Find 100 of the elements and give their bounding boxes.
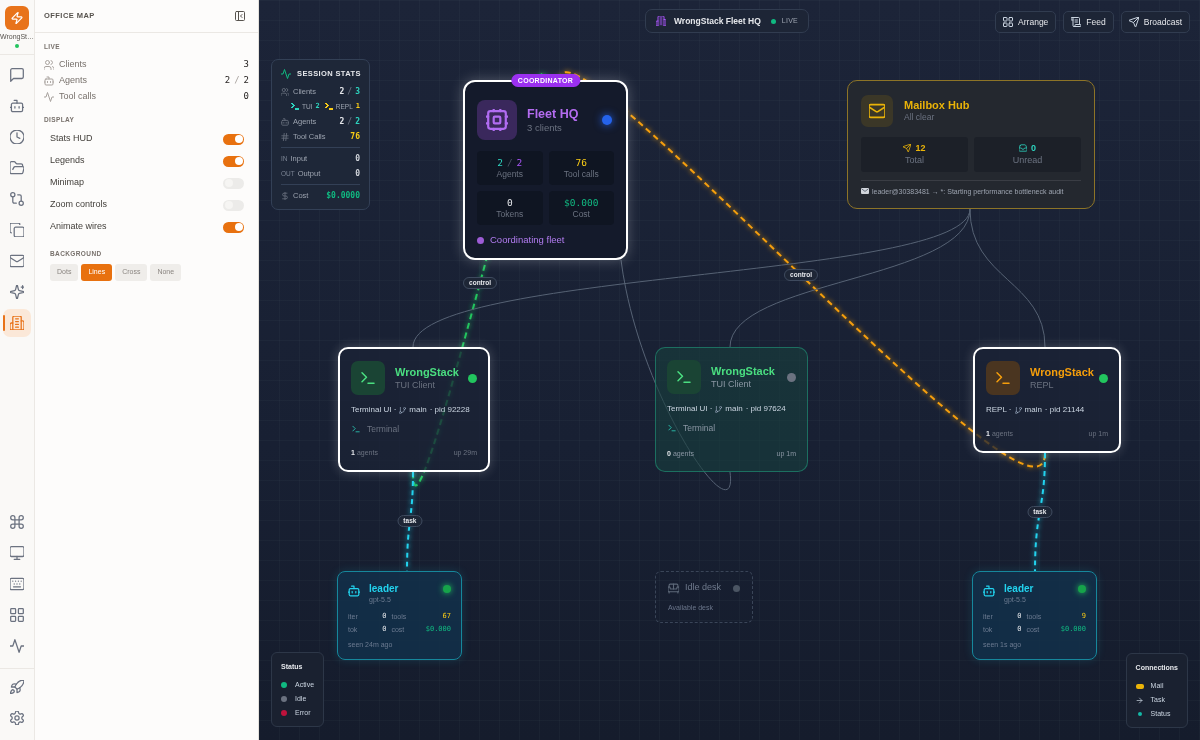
node-title: WrongStack	[1030, 365, 1095, 379]
scroll-icon	[1071, 17, 1082, 27]
node-title: Mailbox Hub	[904, 98, 970, 112]
chip-icon	[477, 100, 517, 140]
stat-label: Agents	[496, 168, 523, 180]
stat-value: 2 / 2	[339, 115, 360, 128]
command-icon	[10, 515, 24, 529]
panel-collapse-icon[interactable]	[235, 11, 245, 21]
client-meta: Terminal UI ·	[351, 404, 397, 416]
stat-value: 0	[1031, 142, 1036, 154]
branch-name: main	[409, 404, 427, 416]
terminal-icon	[986, 361, 1020, 395]
stat-value: 2 / 2	[224, 74, 249, 88]
keyboard-icon	[10, 577, 24, 591]
node-subtitle: REPL	[1030, 379, 1055, 391]
stat-value: 0	[243, 90, 249, 104]
robot-icon	[983, 585, 995, 597]
branch-icon	[1014, 406, 1022, 414]
nav-button[interactable]	[3, 309, 31, 337]
branch-icon	[715, 405, 723, 413]
node-title: WrongStack	[395, 365, 460, 379]
node-title: WrongStack	[711, 364, 776, 378]
robot-icon	[348, 585, 360, 597]
stat-value: $0.0000	[326, 189, 360, 202]
node-title: Idle desk	[685, 581, 723, 595]
node-subtitle: TUI Client	[711, 378, 752, 390]
grid-icon	[1003, 17, 1014, 27]
stat-value: 2 / 2	[497, 156, 523, 169]
toggle-label: Zoom controls	[50, 198, 108, 212]
chat-icon	[10, 68, 24, 82]
inbox-icon	[1019, 144, 1027, 152]
toggle-switch[interactable]	[223, 221, 244, 233]
pulse-icon	[10, 639, 24, 653]
mail-icon	[10, 254, 24, 268]
node-title: leader	[369, 583, 400, 595]
grid-icon	[10, 608, 24, 622]
client-tag: Terminal	[683, 421, 716, 435]
node-subtitle: 3 clients	[527, 122, 563, 134]
map-title: WrongStack Fleet HQ	[674, 14, 761, 28]
toggle-label: Stats HUD	[50, 132, 93, 146]
terminal-icon	[668, 424, 676, 432]
toggle-label: Legends	[50, 154, 85, 168]
node-status-text: Coordinating fleet	[490, 232, 565, 247]
stat-label: Tokens	[496, 208, 524, 220]
node-title: Fleet HQ	[527, 106, 580, 122]
robot-icon	[281, 117, 289, 126]
toggle-label: Animate wires	[50, 220, 107, 234]
stat-value: 2 / 3	[339, 85, 360, 98]
node-title: leader	[1004, 583, 1035, 595]
stat-label: Agents	[59, 74, 88, 88]
toolbar-button[interactable]: Broadcast	[1120, 11, 1190, 33]
building-icon	[656, 16, 666, 26]
branch-icon	[399, 406, 407, 414]
node-subtitle: All clear	[904, 112, 936, 123]
stat-value: 0	[506, 196, 513, 209]
stat-label: Tool calls	[59, 90, 96, 104]
sofa-icon	[668, 582, 679, 594]
stat-value: 76	[350, 130, 360, 143]
process-id: · pid 92228	[429, 404, 470, 416]
client-tag: Terminal	[367, 422, 400, 436]
building-icon	[10, 316, 24, 330]
toggle-label: Minimap	[50, 176, 84, 190]
node-subtitle: TUI Client	[395, 379, 436, 391]
branch-name: main	[725, 403, 743, 415]
envelope-icon	[861, 188, 869, 194]
stat-value: 0	[355, 167, 360, 180]
stat-label: Cost	[572, 208, 590, 220]
branch-name: main	[1024, 404, 1042, 416]
rocket-icon	[10, 680, 24, 694]
stat-value: $0.000	[564, 196, 599, 209]
client-meta: Terminal UI ·	[667, 403, 713, 415]
stat-label: Clients	[59, 58, 87, 72]
swatch-icon	[1135, 683, 1144, 689]
lightning-icon[interactable]	[5, 6, 29, 30]
users-icon	[281, 87, 289, 96]
process-id: · pid 21144	[1044, 404, 1085, 416]
compare-icon	[10, 192, 24, 206]
robot-icon	[44, 76, 54, 86]
stat-value: 12	[915, 142, 926, 154]
toggle-switch[interactable]	[223, 155, 244, 167]
stat-label: Unread	[1012, 154, 1043, 166]
sparkle-icon	[10, 285, 24, 299]
hash-icon	[281, 132, 289, 141]
stat-value: 0	[355, 152, 360, 165]
robot-icon	[10, 99, 24, 113]
client-meta: REPL ·	[986, 404, 1012, 416]
pulse-icon	[44, 92, 54, 102]
settings-icon	[10, 711, 24, 725]
toolbar-button[interactable]: Feed	[1063, 11, 1114, 33]
stat-value: 3	[243, 58, 249, 72]
stat-label: Tool calls	[563, 168, 599, 180]
stat-label: Total	[905, 154, 924, 166]
send-icon	[1128, 17, 1139, 27]
users-icon	[44, 60, 54, 70]
pulse-icon	[281, 69, 291, 79]
toolbar-button[interactable]: Arrange	[995, 11, 1057, 33]
arrow-icon	[1136, 696, 1144, 704]
folder-icon	[10, 161, 24, 175]
monitor-icon	[10, 546, 24, 560]
toggle-switch[interactable]	[223, 133, 244, 145]
